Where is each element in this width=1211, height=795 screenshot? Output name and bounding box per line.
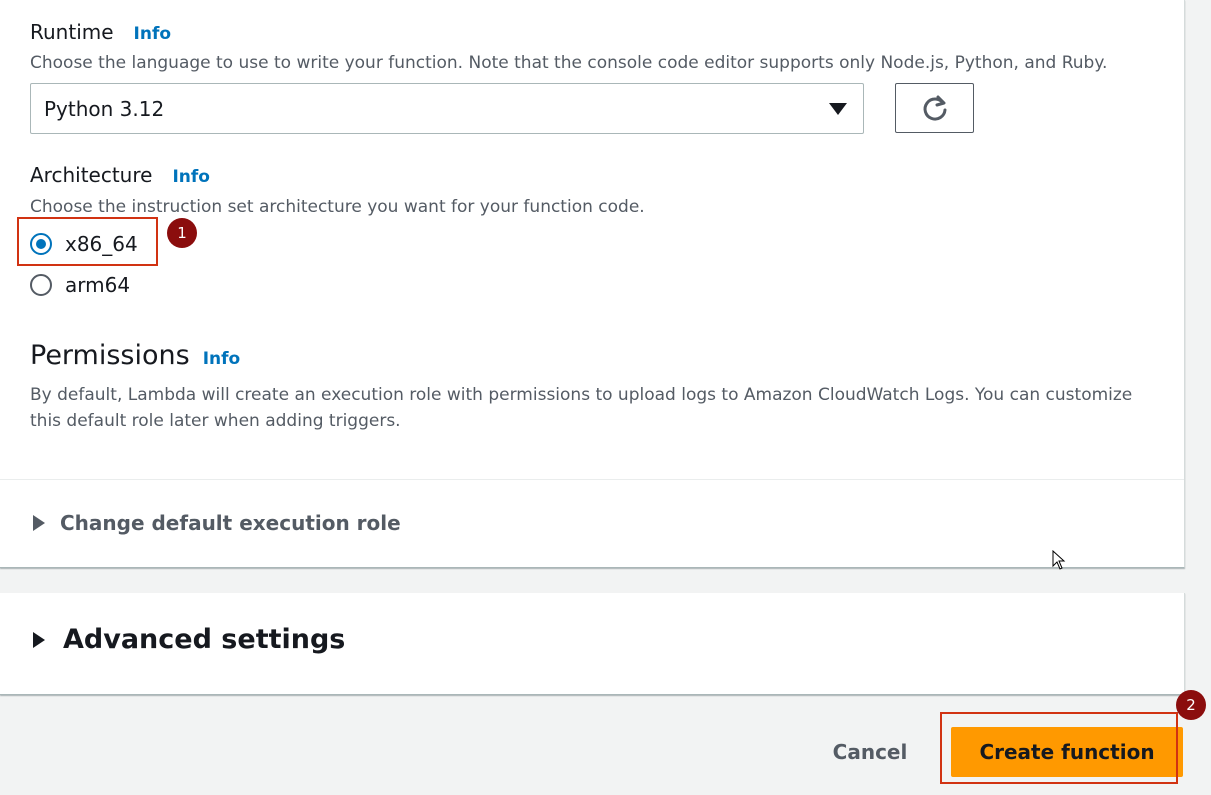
refresh-icon [923, 95, 946, 121]
advanced-settings-label: Advanced settings [63, 624, 346, 655]
highlight-box-x86 [17, 217, 158, 266]
radio-button-unchecked[interactable] [30, 274, 52, 296]
runtime-label-row: Runtime Info [30, 20, 171, 44]
divider [0, 479, 1184, 480]
caret-right-icon [33, 515, 45, 531]
caret-down-icon [829, 103, 847, 115]
permissions-info-link[interactable]: Info [203, 349, 241, 369]
permissions-description-line1: By default, Lambda will create an execut… [30, 385, 1133, 405]
runtime-description: Choose the language to use to write your… [30, 53, 1108, 73]
runtime-select[interactable]: Python 3.12 [30, 83, 864, 134]
runtime-label: Runtime [30, 20, 114, 44]
cancel-button[interactable]: Cancel [818, 730, 922, 774]
architecture-label-row: Architecture Info [30, 163, 210, 187]
advanced-settings-panel: Advanced settings [0, 593, 1185, 695]
change-execution-role-expander[interactable]: Change default execution role [33, 511, 401, 535]
step-badge-2: 2 [1176, 690, 1206, 720]
change-execution-role-label: Change default execution role [60, 511, 401, 535]
step-badge-1: 1 [167, 218, 197, 248]
radio-arm64[interactable]: arm64 [30, 273, 130, 297]
architecture-info-link[interactable]: Info [172, 167, 210, 187]
runtime-info-link[interactable]: Info [134, 24, 172, 44]
mouse-cursor-icon [1052, 550, 1066, 570]
runtime-selected-value: Python 3.12 [44, 96, 165, 121]
permissions-label-row: Permissions Info [30, 340, 240, 371]
advanced-settings-expander[interactable]: Advanced settings [33, 624, 345, 655]
permissions-title: Permissions [30, 340, 190, 371]
function-settings-panel: Runtime Info Choose the language to use … [0, 0, 1185, 568]
refresh-runtime-button[interactable] [895, 83, 974, 133]
permissions-description-line2: this default role later when adding trig… [30, 411, 401, 431]
architecture-label: Architecture [30, 163, 153, 187]
highlight-box-create [940, 712, 1178, 784]
radio-label-arm64: arm64 [65, 273, 131, 297]
caret-right-icon [33, 631, 45, 648]
